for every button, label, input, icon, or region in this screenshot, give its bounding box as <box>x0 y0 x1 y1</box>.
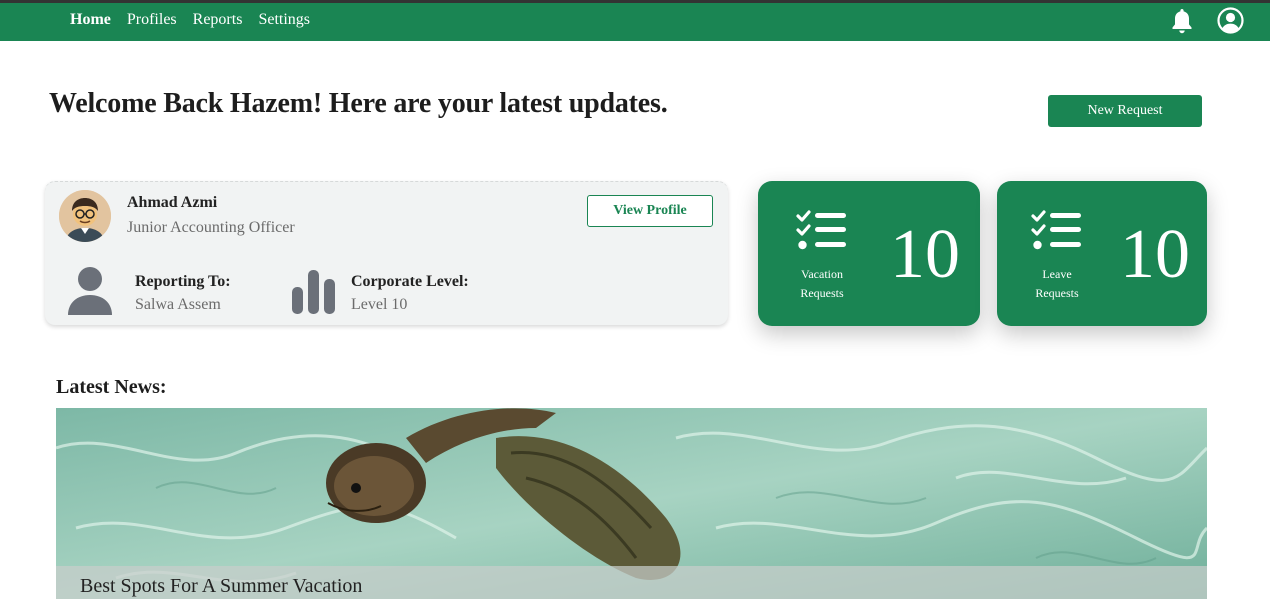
latest-news-heading: Latest News: <box>56 376 167 398</box>
vacation-requests-label: Vacation Requests <box>780 265 864 303</box>
reporting-to-value: Salwa Assem <box>135 296 221 313</box>
checklist-icon <box>1031 210 1081 250</box>
leave-requests-label: Leave Requests <box>1015 265 1099 303</box>
news-caption[interactable]: Best Spots For A Summer Vacation <box>80 575 362 598</box>
nav-item-reports[interactable]: Reports <box>193 11 243 29</box>
leave-requests-count: 10 <box>1120 216 1190 293</box>
nav-item-settings[interactable]: Settings <box>258 11 310 29</box>
corporate-level-label: Corporate Level: <box>351 273 469 290</box>
reporting-to-label: Reporting To: <box>135 273 231 290</box>
avatar-image <box>59 190 111 242</box>
profile-name: Ahmad Azmi <box>127 194 218 211</box>
welcome-title: Welcome Back Hazem! Here are your latest… <box>49 88 668 119</box>
nav-item-home[interactable]: Home <box>70 11 111 29</box>
checklist-icon <box>796 210 846 250</box>
news-image-sea-turtle <box>56 408 1207 599</box>
bell-icon[interactable] <box>1170 7 1194 35</box>
vacation-label-line2: Requests <box>800 286 844 300</box>
leave-requests-card[interactable]: Leave Requests 10 <box>997 181 1207 326</box>
news-item[interactable]: Best Spots For A Summer Vacation <box>56 408 1207 599</box>
bar-chart-icon <box>292 270 335 314</box>
nav-item-profiles[interactable]: Profiles <box>127 11 177 29</box>
main-nav: Home Profiles Reports Settings <box>70 11 310 29</box>
view-profile-button[interactable]: View Profile <box>587 195 713 227</box>
new-request-button[interactable]: New Request <box>1048 95 1202 127</box>
vacation-requests-card[interactable]: Vacation Requests 10 <box>758 181 980 326</box>
profile-job-title: Junior Accounting Officer <box>127 219 295 236</box>
profile-card: Ahmad Azmi Junior Accounting Officer Vie… <box>45 181 728 325</box>
leave-label-line2: Requests <box>1035 286 1079 300</box>
top-nav-bar: Home Profiles Reports Settings <box>0 0 1270 41</box>
avatar <box>59 190 111 242</box>
person-icon <box>68 267 112 315</box>
vacation-label-line1: Vacation <box>801 267 843 281</box>
corporate-level-value: Level 10 <box>351 296 408 313</box>
leave-label-line1: Leave <box>1042 267 1072 281</box>
vacation-requests-count: 10 <box>890 216 960 293</box>
user-account-icon[interactable] <box>1217 7 1244 34</box>
